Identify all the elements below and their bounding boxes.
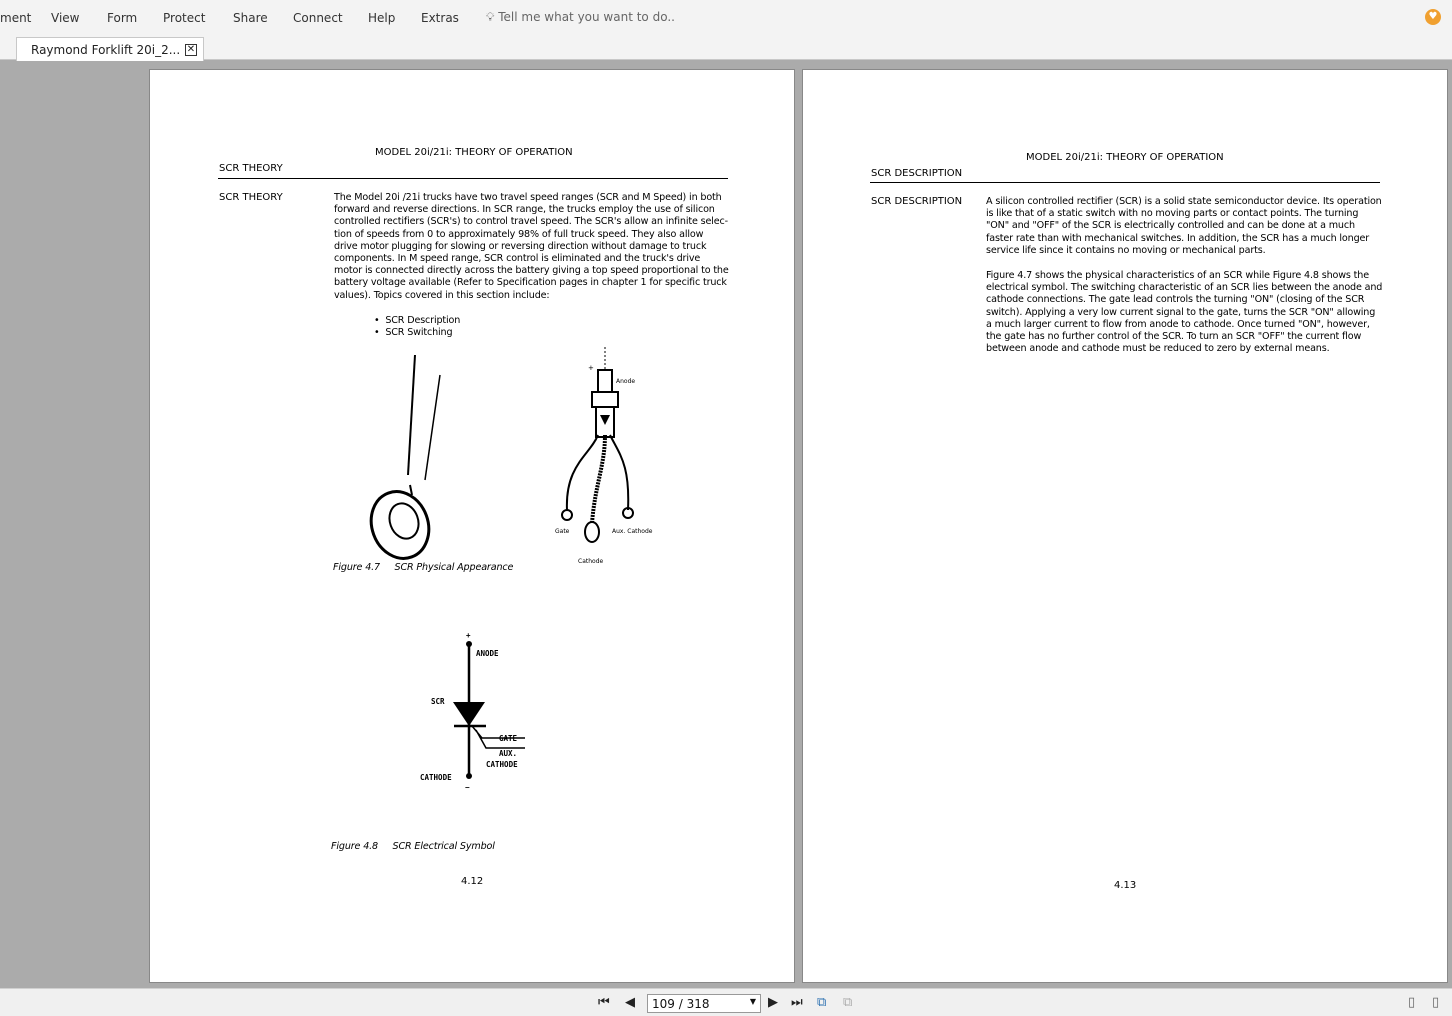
figure-4-8-scr-symbol: + ANODE SCR GATE AUX. CATHODE CATHODE −	[420, 631, 525, 792]
side-label: SCR DESCRIPTION	[871, 196, 963, 207]
body-text: The Model 20i /21i trucks have two trave…	[334, 192, 729, 301]
cathode-label: Cathode	[578, 558, 604, 565]
lightbulb-icon: 💡︎	[486, 10, 495, 24]
section-title: SCR THEORY	[219, 163, 283, 174]
aux-label: AUX.	[499, 749, 517, 758]
first-page-icon[interactable]: ⏮	[598, 995, 610, 1010]
anode-label: ANODE	[476, 649, 499, 658]
menu-view[interactable]: View	[51, 11, 79, 25]
menu-share[interactable]: Share	[233, 11, 268, 25]
menu-protect[interactable]: Protect	[163, 11, 205, 25]
pdf-page-left: MODEL 20i/21i: THEORY OF OPERATION SCR T…	[149, 69, 795, 983]
plus-label: +	[466, 631, 471, 640]
menu-help[interactable]: Help	[368, 11, 395, 25]
document-tab[interactable]: Raymond Forklift 20i_2... ✕	[16, 37, 204, 61]
previous-page-icon[interactable]: ◀	[625, 995, 635, 1010]
close-tab-icon[interactable]: ✕	[185, 44, 197, 56]
menu-connect[interactable]: Connect	[293, 11, 343, 25]
tab-title: Raymond Forklift 20i_2...	[31, 43, 181, 57]
tab-bar: Raymond Forklift 20i_2... ✕	[0, 37, 1452, 61]
minus-label: −	[465, 783, 470, 792]
aux-cathode-label: CATHODE	[486, 760, 518, 769]
description-paragraph-1: A silicon controlled rectifier (SCR) is …	[986, 196, 1382, 256]
menu-bar: ment View Form Protect Share Connect Hel…	[0, 0, 1452, 37]
single-page-view-icon[interactable]: ▯	[1408, 995, 1415, 1010]
header-rule	[218, 178, 728, 179]
figure-4-7-caption: Figure 4.7 SCR Physical Appearance	[333, 562, 514, 573]
chevron-down-icon[interactable]: ▼	[750, 997, 756, 1006]
heart-icon[interactable]: ♥	[1425, 9, 1441, 25]
figure-4-8-caption: Figure 4.8 SCR Electrical Symbol	[331, 841, 495, 852]
navigation-bar: ⏮ ◀ 109 / 318 ▼ ▶ ⏭ ⧉ ⧉ ▯ ▯	[0, 988, 1452, 1016]
pdf-page-right: MODEL 20i/21i: THEORY OF OPERATION SCR D…	[802, 69, 1448, 983]
gate-label: GATE	[499, 734, 518, 743]
page-header: MODEL 20i/21i: THEORY OF OPERATION	[1026, 152, 1224, 163]
page-number: 4.13	[1114, 880, 1137, 891]
tell-me-text: Tell me what you want to do..	[498, 10, 675, 24]
next-view-icon[interactable]: ⧉	[843, 995, 852, 1010]
plus-label: +	[588, 364, 594, 372]
bullet-list: • SCR Description • SCR Switching	[374, 315, 461, 339]
page-number: 4.12	[461, 876, 484, 887]
anode-label: Anode	[616, 378, 635, 385]
cathode-label: CATHODE	[420, 773, 452, 782]
previous-view-icon[interactable]: ⧉	[817, 995, 826, 1010]
side-label: SCR THEORY	[219, 192, 283, 203]
aux-cathode-label: Aux. Cathode	[612, 528, 653, 535]
last-page-icon[interactable]: ⏭	[791, 995, 803, 1010]
menu-form[interactable]: Form	[107, 11, 137, 25]
page-header: MODEL 20i/21i: THEORY OF OPERATION	[375, 147, 573, 158]
description-paragraph-2: Figure 4.7 shows the physical characteri…	[986, 270, 1383, 355]
next-page-icon[interactable]: ▶	[768, 995, 778, 1010]
figure-4-7-scr-physical: + Anode Gate Aux. Cathode Cathode	[369, 347, 653, 565]
tell-me-search[interactable]: 💡︎ Tell me what you want to do..	[486, 10, 675, 25]
scr-label: SCR	[431, 697, 445, 706]
section-title: SCR DESCRIPTION	[871, 168, 963, 179]
header-rule	[870, 182, 1380, 183]
menu-document[interactable]: ment	[0, 11, 31, 25]
menu-extras[interactable]: Extras	[421, 11, 459, 25]
two-page-view-icon[interactable]: ▯	[1432, 995, 1439, 1010]
page-number-input[interactable]: 109 / 318 ▼	[647, 994, 761, 1013]
gate-label: Gate	[555, 528, 570, 535]
